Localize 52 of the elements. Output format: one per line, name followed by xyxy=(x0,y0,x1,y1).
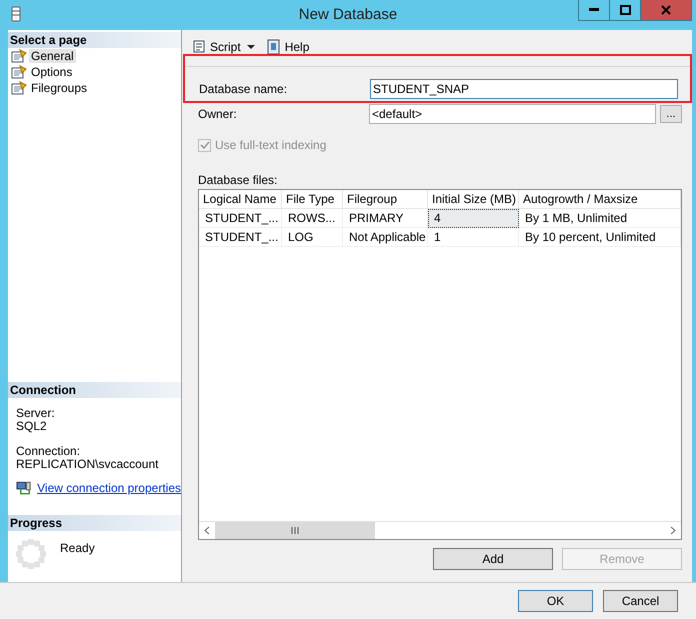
table-cell: 1 xyxy=(428,228,519,247)
server-value: SQL2 xyxy=(16,420,48,433)
connection-value: REPLICATION\svcaccount xyxy=(16,458,160,471)
progress-spinner-icon xyxy=(16,539,46,569)
section-header: Connection xyxy=(8,382,181,398)
window-title: New Database xyxy=(298,6,398,23)
table-cell: By 10 percent, Unlimited xyxy=(519,228,681,247)
scroll-icon xyxy=(191,39,207,55)
chevron-left-icon xyxy=(204,526,210,535)
chevron-right-icon xyxy=(670,526,676,535)
table-cell: STUDENT_... xyxy=(199,209,282,228)
owner-label: Owner: xyxy=(198,107,238,121)
close-icon xyxy=(661,5,671,15)
minimize-button[interactable] xyxy=(578,0,609,21)
table-cell: STUDENT_... xyxy=(199,228,282,247)
browse-button[interactable]: ... xyxy=(660,105,682,123)
grip-icon xyxy=(291,527,299,534)
section-header: Progress xyxy=(8,515,181,531)
script-button[interactable]: Script xyxy=(189,39,260,55)
progress-status: Ready xyxy=(60,541,95,555)
horizontal-scrollbar[interactable] xyxy=(199,521,681,539)
owner-field[interactable]: <default> xyxy=(369,104,656,124)
connection-icon xyxy=(16,481,32,495)
page-icon xyxy=(11,81,27,95)
database-name-label: Database name: xyxy=(199,82,288,96)
table-cell: ROWS... xyxy=(282,209,343,228)
page-item[interactable]: Filegroups xyxy=(29,81,90,95)
database-files-label: Database files: xyxy=(198,173,278,187)
database-name-field[interactable]: STUDENT_SNAP xyxy=(370,79,678,99)
maximize-icon xyxy=(620,5,630,15)
page-item[interactable]: General xyxy=(29,49,76,63)
database-icon xyxy=(11,6,21,22)
table-cell: By 1 MB, Unlimited xyxy=(519,209,681,228)
dialog-button[interactable]: Cancel xyxy=(603,590,678,612)
server-label: Server: xyxy=(16,407,56,420)
table-cell: 4 xyxy=(428,209,519,228)
connection-label: Connection: xyxy=(16,445,82,458)
file-button[interactable]: Add xyxy=(433,548,553,570)
help-button[interactable]: Help xyxy=(264,39,312,55)
minimize-icon xyxy=(589,8,599,12)
section-header: Select a page xyxy=(8,32,181,48)
check-icon xyxy=(200,140,210,150)
page-item[interactable]: Options xyxy=(29,65,74,79)
table-cell: LOG xyxy=(282,228,343,247)
page-icon xyxy=(11,65,27,79)
table-cell: PRIMARY xyxy=(343,209,428,228)
dialog-button[interactable]: OK xyxy=(518,590,593,612)
close-button[interactable] xyxy=(640,0,692,21)
connection-properties-link[interactable]: View connection properties xyxy=(37,482,181,494)
page-icon xyxy=(11,49,27,63)
help-book-icon xyxy=(266,39,282,55)
table-cell: Not Applicable xyxy=(343,228,428,247)
